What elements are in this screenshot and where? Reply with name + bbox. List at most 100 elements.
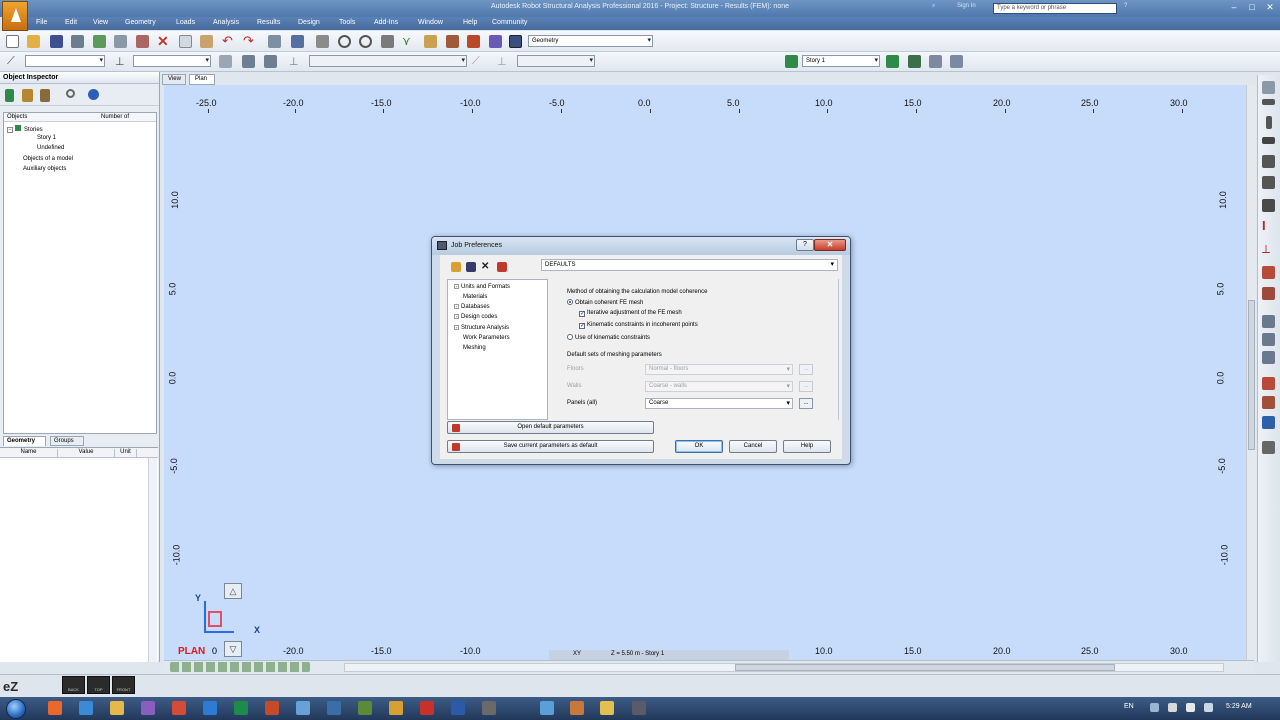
mode-list-icon[interactable]: ⊥ — [497, 55, 510, 68]
case-next-icon[interactable] — [264, 55, 277, 68]
menu-design[interactable]: Design — [298, 19, 320, 26]
view-top-button[interactable]: TOP — [87, 676, 110, 694]
redo-icon[interactable]: ↷ — [243, 34, 256, 48]
name-column-header[interactable]: Name — [0, 449, 58, 458]
print-icon[interactable] — [71, 35, 84, 48]
tab-plan[interactable]: Plan — [189, 74, 215, 85]
structure-axis-icon[interactable]: ⋎ — [402, 35, 415, 48]
tree-item-work-parameters[interactable]: Work Parameters — [463, 335, 510, 341]
results-icon[interactable] — [467, 35, 480, 48]
story-up-icon[interactable] — [886, 55, 899, 68]
checkbox-checked-icon[interactable]: ✓ — [579, 323, 585, 329]
menu-file[interactable]: File — [36, 19, 47, 26]
help-icon[interactable]: ? — [1124, 3, 1127, 9]
taskbar-robot-icon[interactable] — [632, 701, 646, 715]
taskbar-outlook-icon[interactable] — [327, 701, 341, 715]
wall-tool-icon[interactable] — [1262, 176, 1275, 189]
start-button-icon[interactable] — [6, 699, 26, 719]
menu-add-ins[interactable]: Add-Ins — [374, 19, 398, 26]
objects-column-header[interactable]: Objects — [7, 114, 27, 120]
tree-item-databases[interactable]: + Databases — [454, 304, 490, 310]
menu-window[interactable]: Window — [418, 19, 443, 26]
menu-edit[interactable]: Edit — [65, 19, 77, 26]
number-column-header[interactable]: Number of — [101, 114, 129, 120]
sort-icon[interactable] — [22, 89, 33, 102]
load-case-selector[interactable] — [309, 55, 467, 67]
canvas-horizontal-scrollbar[interactable] — [344, 663, 1224, 672]
preset-selector[interactable]: DEFAULTS — [541, 259, 838, 271]
tree-item-materials[interactable]: Materials — [463, 294, 487, 300]
tree-item-units[interactable]: + Units and Formats — [454, 284, 510, 290]
tree-item-undefined[interactable]: Undefined — [37, 145, 64, 151]
brace-tool-icon[interactable] — [1262, 137, 1275, 144]
view-tools-icon[interactable] — [170, 662, 310, 672]
collapse-icon[interactable]: − — [7, 127, 13, 133]
table-tool-icon[interactable] — [1262, 416, 1275, 429]
language-indicator[interactable]: EN — [1124, 703, 1134, 710]
tree-item-story1[interactable]: Story 1 — [37, 135, 56, 141]
panels-more-button[interactable]: ... — [799, 398, 813, 409]
mode-icon[interactable]: ⟋ — [472, 55, 485, 68]
delete-preferences-icon[interactable]: ✕ — [481, 262, 491, 272]
delete-icon[interactable]: ✕ — [157, 34, 170, 48]
tree-item-auxiliary[interactable]: Auxiliary objects — [23, 166, 66, 172]
search-icon[interactable]: ⌕ — [932, 3, 935, 10]
tray-icon[interactable] — [1150, 703, 1159, 712]
unit-column-header[interactable]: Unit — [115, 449, 137, 458]
story-3d-icon[interactable] — [950, 55, 963, 68]
calc-model-tool-icon[interactable] — [1262, 351, 1275, 364]
expand-icon[interactable]: + — [454, 325, 459, 330]
taskbar-media-icon[interactable] — [141, 701, 155, 715]
taskbar-skype-icon[interactable] — [296, 701, 310, 715]
info-icon[interactable] — [88, 89, 99, 100]
node-icon[interactable]: ⟋ — [7, 55, 20, 68]
dialog-close-button[interactable]: ✕ — [814, 239, 846, 251]
tab-geometry[interactable]: Geometry — [3, 436, 46, 446]
tree-item-model-objects[interactable]: Objects of a model — [23, 156, 73, 162]
open-default-button[interactable]: Open default parameters — [447, 421, 654, 434]
taskbar-app2-icon[interactable] — [358, 701, 372, 715]
view-front-button[interactable]: FRONT — [112, 676, 135, 694]
beam-tool-icon[interactable] — [1262, 99, 1275, 105]
story-down-icon[interactable] — [908, 55, 921, 68]
robot-app-icon[interactable] — [2, 1, 28, 31]
case-prev-icon[interactable] — [242, 55, 255, 68]
load-tool-icon[interactable] — [1262, 377, 1275, 390]
tree-item-design-codes[interactable]: + Design codes — [454, 314, 497, 320]
walls-selector[interactable]: Coarse - walls — [645, 381, 793, 392]
stories-filter-icon[interactable] — [5, 89, 14, 102]
taskbar-excel-icon[interactable] — [234, 701, 248, 715]
kinematic-incoherent-checkbox[interactable]: ✓ Kinematic constraints in incoherent poi… — [579, 322, 698, 329]
taskbar-word-icon[interactable] — [203, 701, 217, 715]
taskbar-app8-icon[interactable] — [570, 701, 584, 715]
find-icon[interactable] — [66, 89, 75, 98]
taskbar-app5-icon[interactable] — [451, 701, 465, 715]
bar-icon[interactable]: ⊥ — [115, 55, 128, 68]
radio-unselected-icon[interactable] — [567, 334, 573, 340]
grid-tool-icon[interactable] — [1262, 333, 1275, 346]
layout-selector[interactable]: Geometry — [528, 35, 653, 47]
node-selector[interactable] — [25, 55, 105, 67]
taskbar-chrome-icon[interactable] — [172, 701, 186, 715]
menu-view[interactable]: View — [93, 19, 108, 26]
calculation-icon[interactable] — [93, 35, 106, 48]
taskbar-app4-icon[interactable] — [420, 701, 434, 715]
view-back-button[interactable]: BACK — [62, 676, 85, 694]
canvas-vertical-scrollbar[interactable] — [1246, 85, 1256, 660]
floors-selector[interactable]: Normal - floors — [645, 364, 793, 375]
screen-capture-icon[interactable] — [136, 35, 149, 48]
menu-geometry[interactable]: Geometry — [125, 19, 156, 26]
floors-more-button[interactable]: ... — [799, 364, 813, 375]
view-up-arrow[interactable]: △ — [224, 583, 242, 599]
expand-icon[interactable]: + — [454, 314, 459, 319]
taskbar-powerpoint-icon[interactable] — [265, 701, 279, 715]
menu-loads[interactable]: Loads — [176, 19, 195, 26]
taskbar-app-icon[interactable] — [48, 701, 62, 715]
grid-scrollbar[interactable] — [148, 458, 157, 662]
display-icon[interactable] — [291, 35, 304, 48]
thickness-tool-icon[interactable] — [1262, 315, 1275, 328]
expand-icon[interactable]: + — [454, 304, 459, 309]
tab-groups[interactable]: Groups — [50, 436, 84, 446]
copy-icon[interactable] — [179, 35, 192, 48]
checkbox-checked-icon[interactable]: ✓ — [579, 311, 585, 317]
